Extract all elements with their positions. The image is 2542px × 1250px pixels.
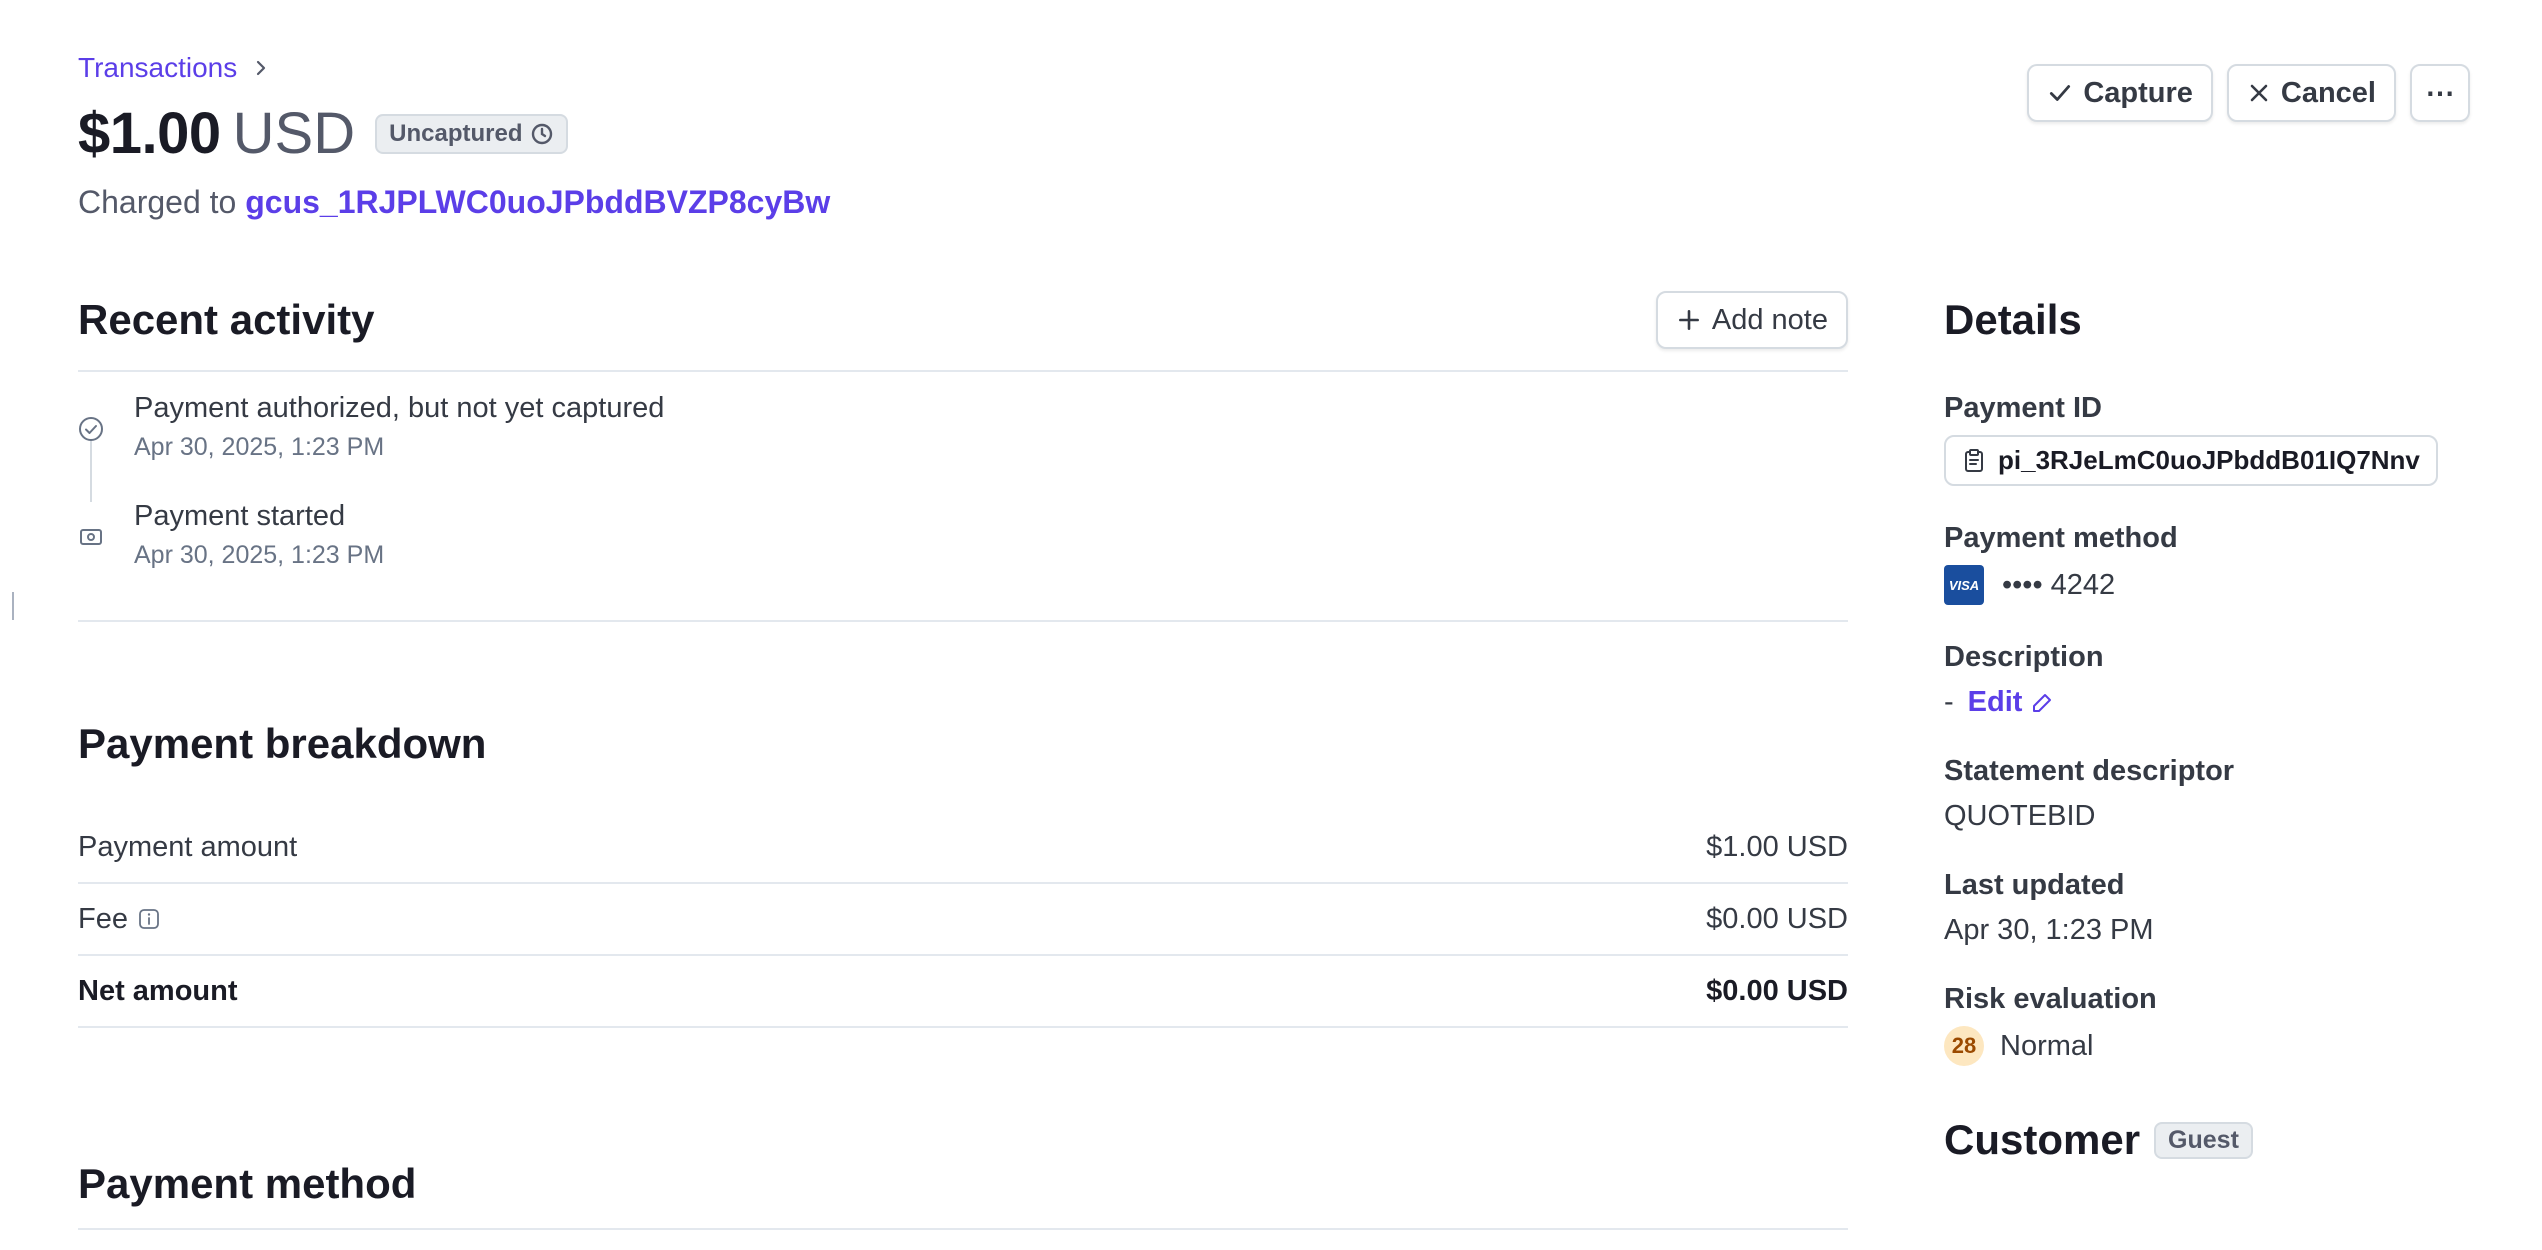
breadcrumb-transactions-link[interactable]: Transactions — [78, 52, 237, 84]
payment-id-value: pi_3RJeLmC0uoJPbddB01IQ7Nnv — [1998, 445, 2420, 475]
activity-item: Payment started Apr 30, 2025, 1:23 PM — [78, 500, 1848, 570]
clipboard-icon — [1965, 448, 1983, 472]
payment-method-field: Payment method VISA •••• 4242 — [1944, 522, 2464, 605]
last-updated-label: Last updated — [1944, 869, 2125, 901]
risk-evaluation-value: Normal — [2000, 1029, 2094, 1062]
breakdown-row: Net amount $0.00 USD — [78, 956, 1848, 1028]
breakdown-value: $0.00 USD — [1706, 902, 1848, 935]
cancel-button[interactable]: Cancel — [2226, 64, 2396, 122]
close-icon — [2250, 84, 2268, 102]
add-note-label: Add note — [1711, 303, 1828, 336]
statement-descriptor-label: Statement descriptor — [1944, 755, 2235, 787]
payment-method-label: Payment method — [1944, 522, 2178, 554]
charged-to: Charged to gcus_1RJPLWC0uoJPbddBVZP8cyBw — [78, 184, 830, 221]
risk-evaluation-label: Risk evaluation — [1944, 983, 2157, 1015]
more-actions-button[interactable]: ⋯ — [2410, 64, 2470, 122]
cancel-button-label: Cancel — [2280, 76, 2376, 109]
card-number: •••• 4242 — [2002, 568, 2116, 601]
capture-button-label: Capture — [2083, 76, 2193, 109]
more-icon: ⋯ — [2425, 77, 2455, 110]
edit-description-button[interactable]: Edit — [1968, 686, 2055, 719]
activity-title: Payment authorized, but not yet captured — [134, 392, 665, 424]
capture-button[interactable]: Capture — [2027, 64, 2213, 122]
risk-evaluation-field: Risk evaluation 28 Normal — [1944, 983, 2464, 1066]
plus-icon — [1678, 310, 1699, 330]
check-icon — [2050, 85, 2071, 101]
risk-score-badge: 28 — [1944, 1026, 1984, 1066]
pencil-icon — [2033, 693, 2052, 712]
status-badge: Uncaptured — [375, 113, 569, 154]
description-field: Description - Edit — [1944, 641, 2464, 719]
clock-icon — [532, 123, 553, 144]
payment-method-title: Payment method — [78, 1160, 417, 1207]
details-panel: Details Payment ID pi_3RJeLmC0uoJPbddB01… — [1944, 296, 2464, 1164]
recent-activity-section: Recent activity Add note — [78, 290, 1848, 372]
header-actions: Capture Cancel ⋯ — [2027, 64, 2470, 122]
breakdown-label: Net amount — [78, 974, 238, 1007]
customer-section: Customer Guest — [1944, 1116, 2464, 1164]
customer-id-link[interactable]: gcus_1RJPLWC0uoJPbddBVZP8cyBw — [245, 184, 830, 220]
breakdown-row: Fee $0.00 USD — [78, 884, 1848, 956]
guest-badge: Guest — [2154, 1121, 2253, 1159]
status-badge-label: Uncaptured — [389, 119, 523, 147]
payment-breakdown-section: Payment breakdown Payment amount $1.00 U… — [78, 720, 1848, 1028]
payment-icon — [80, 529, 102, 545]
breadcrumb: Transactions — [78, 52, 271, 84]
activity-title: Payment started — [134, 500, 346, 532]
activity-item: Payment authorized, but not yet captured… — [78, 392, 1848, 462]
statement-descriptor-field: Statement descriptor QUOTEBID — [1944, 755, 2464, 833]
page-title: $1.00 USD Uncaptured — [78, 100, 569, 167]
description-label: Description — [1944, 641, 2104, 673]
breakdown-label: Fee — [78, 902, 128, 935]
add-note-button[interactable]: Add note — [1655, 291, 1848, 349]
visa-card-icon: VISA — [1944, 565, 1984, 605]
edit-label: Edit — [1967, 686, 2023, 718]
breakdown-label: Payment amount — [78, 830, 298, 863]
payment-id-label: Payment ID — [1944, 392, 2102, 424]
breakdown-label-wrap: Fee — [78, 903, 160, 936]
check-circle-icon — [79, 417, 103, 441]
activity-date: Apr 30, 2025, 1:23 PM — [134, 433, 385, 461]
chevron-right-icon — [257, 60, 266, 76]
recent-activity-title: Recent activity — [78, 296, 375, 343]
customer-title: Customer — [1944, 1116, 2141, 1163]
activity-timeline: Payment authorized, but not yet captured… — [78, 372, 1848, 569]
divider — [78, 620, 1848, 622]
details-title: Details — [1944, 296, 2082, 343]
statement-descriptor-value: QUOTEBID — [1944, 800, 2096, 832]
description-value: - — [1944, 686, 1954, 718]
breakdown-value: $0.00 USD — [1706, 974, 1848, 1007]
last-updated-value: Apr 30, 1:23 PM — [1944, 914, 2154, 946]
payment-amount: $1.00 — [78, 101, 221, 166]
payment-id-field: Payment ID pi_3RJeLmC0uoJPbddB01IQ7Nnv — [1944, 392, 2464, 486]
payment-id-copy-button[interactable]: pi_3RJeLmC0uoJPbddB01IQ7Nnv — [1944, 435, 2438, 486]
payment-method-section: Payment method — [78, 1160, 1848, 1230]
breakdown-row: Payment amount $1.00 USD — [78, 812, 1848, 884]
payment-currency: USD — [232, 101, 356, 166]
activity-date: Apr 30, 2025, 1:23 PM — [134, 541, 385, 569]
scroll-indicator[interactable] — [12, 592, 14, 620]
charged-to-label: Charged to — [78, 184, 237, 220]
divider — [78, 1228, 1848, 1230]
payment-breakdown-title: Payment breakdown — [78, 720, 487, 767]
last-updated-field: Last updated Apr 30, 1:23 PM — [1944, 869, 2464, 947]
breakdown-value: $1.00 USD — [1706, 830, 1848, 863]
info-icon[interactable] — [138, 908, 160, 930]
payment-detail-page: Transactions $1.00 USD Uncaptured Charge… — [0, 0, 2542, 1250]
